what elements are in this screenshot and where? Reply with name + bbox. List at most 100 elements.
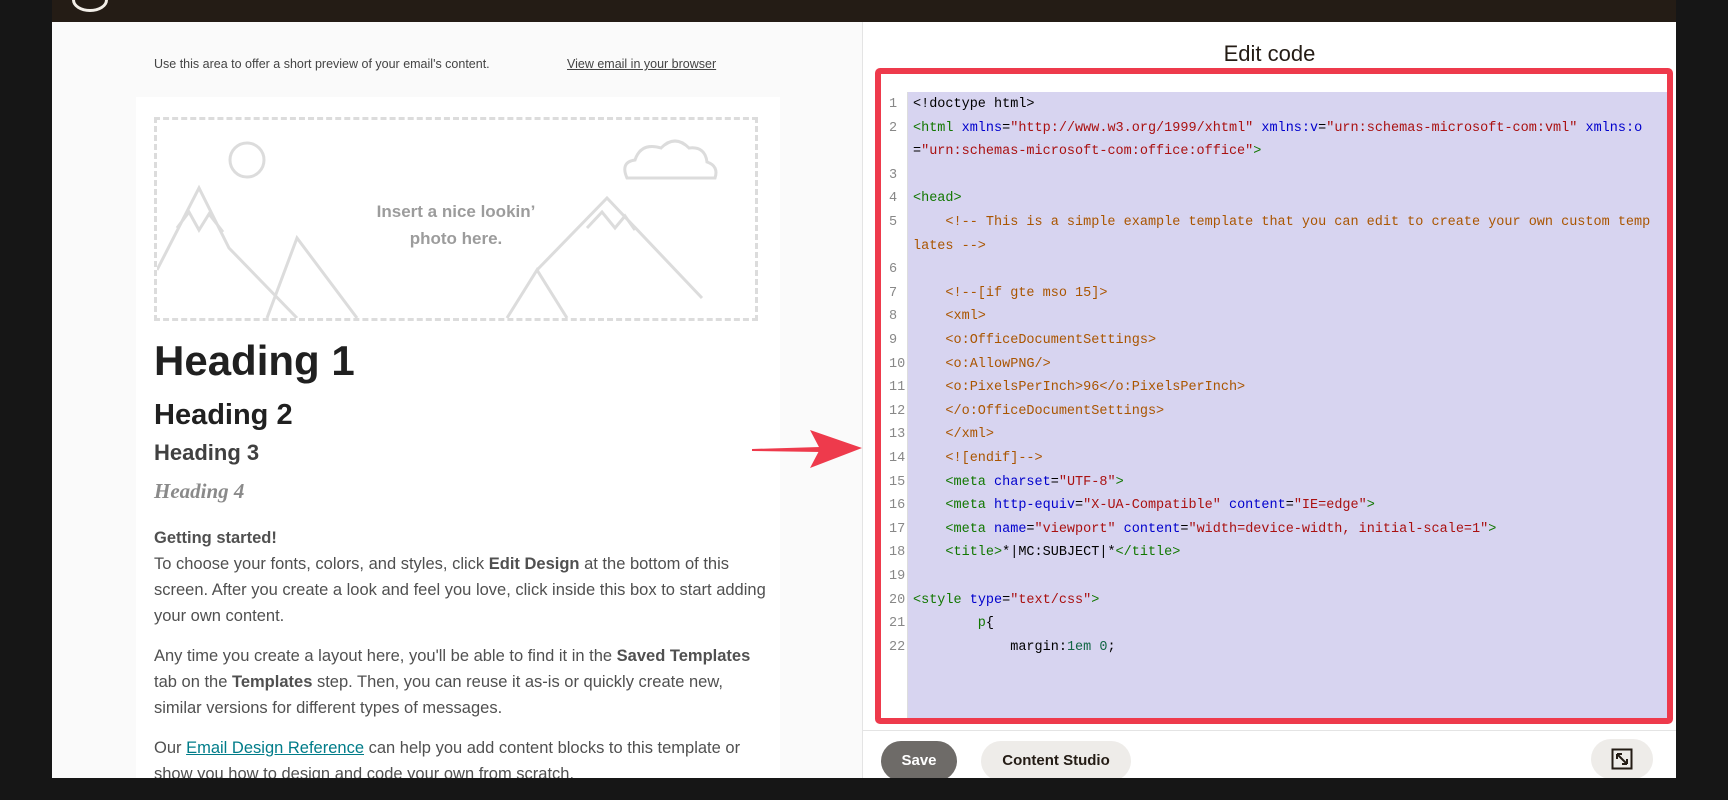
code-token: *|MC:SUBJECT|* [1002,545,1116,561]
code-line[interactable]: 22 margin:1em 0; [881,635,1667,661]
code-token: xmlns:o [1585,120,1643,136]
code-text: p{ [913,611,994,637]
code-line[interactable]: 10 <o:AllowPNG/> [881,352,1667,378]
save-button[interactable]: Save [881,741,957,778]
code-text: </o:OfficeDocumentSettings> [913,399,1164,425]
code-token: <xml> [913,309,986,325]
code-line[interactable]: 4 <head> [881,186,1667,212]
line-number: 12 [889,403,906,419]
code-line[interactable]: 20 <style type="text/css"> [881,588,1667,614]
code-text: <!doctype html> [913,92,1035,118]
line-number: 6 [889,262,898,278]
code-line[interactable]: 7 <!--[if gte mso 15]> [881,281,1667,307]
code-line[interactable]: ="urn:schemas-microsoft-com:office:offic… [881,139,1667,165]
code-token: > [1091,592,1100,608]
expand-editor-button[interactable] [1591,739,1653,778]
code-token: <!--[if gte mso 15]> [913,285,1108,301]
email-design-reference-link[interactable]: Email Design Reference [186,739,364,757]
code-token: = [1050,474,1059,490]
code-line[interactable]: 19 [881,564,1667,590]
code-token: 1em 0 [1066,639,1108,655]
line-number: 1 [889,97,898,112]
code-token: "http://www.w3.org/1999/xhtml" [1010,120,1254,136]
code-text: <head> [913,186,962,212]
code-line[interactable]: 14 <![endif]--> [881,446,1667,472]
code-line[interactable]: 5 <!-- This is a simple example template… [881,210,1667,236]
code-token: = [1075,498,1084,514]
code-token: "urn:schemas-microsoft-com:vml" [1326,120,1578,136]
edit-design-bold: Edit Design [488,555,580,573]
heading-4[interactable]: Heading 4 [154,479,244,504]
preheader-text[interactable]: Use this area to offer a short preview o… [154,57,490,71]
code-line[interactable]: 3 [881,163,1667,189]
code-token: > [1366,498,1375,514]
code-token: <!doctype html> [913,97,1035,112]
code-text: </xml> [913,422,994,448]
code-token: <head> [913,191,962,207]
code-line[interactable]: 1 <!doctype html> [881,92,1667,118]
code-token: xmlns:v [1261,120,1319,136]
code-token: = [1318,120,1327,136]
heading-2[interactable]: Heading 2 [154,399,293,432]
code-token: lates --> [913,238,986,254]
code-token: content [1228,498,1286,514]
code-text: margin:1em 0; [913,635,1116,661]
code-token: <meta [913,498,995,514]
code-line[interactable]: 16 <meta http-equiv="X-UA-Compatible" co… [881,493,1667,519]
code-token: "urn:schemas-microsoft-com:office:office… [921,144,1254,160]
code-text: lates --> [913,234,986,260]
code-editor-pane: Edit code 1 <!doctype html> 2 <html xmlns="… [862,22,1676,778]
code-line[interactable]: 15 <meta charset="UTF-8"> [881,470,1667,496]
heading-1[interactable]: Heading 1 [154,337,355,385]
code-token: name [994,521,1027,537]
code-line[interactable]: 8 <xml> [881,304,1667,330]
image-placeholder[interactable]: Insert a nice lookin’ photo here. [154,117,758,321]
line-number: 7 [889,285,898,301]
code-text: <title>*|MC:SUBJECT|*</title> [913,540,1180,566]
code-text: <meta name="viewport" content="width=dev… [913,517,1496,543]
saved-templates-bold: Saved Templates [616,647,751,665]
line-number: 14 [889,451,906,466]
p2-text-a: Any time you create a layout here, you'l… [154,647,617,665]
line-number: 4 [889,191,898,207]
code-token: margin: [913,639,1067,655]
code-token: </title> [1115,545,1181,561]
email-body[interactable]: Insert a nice lookin’ photo here. Headin… [136,97,780,778]
code-text: <o:AllowPNG/> [913,352,1050,378]
code-text: <!-- This is a simple example template t… [913,210,1650,236]
line-number: 20 [889,592,906,608]
content-studio-button[interactable]: Content Studio [981,741,1131,778]
heading-3[interactable]: Heading 3 [154,440,259,466]
email-copy[interactable]: Getting started! To choose your fonts, c… [154,525,766,778]
code-token: ; [1107,639,1116,655]
code-line[interactable]: 21 p{ [881,611,1667,637]
code-line[interactable]: lates --> [881,234,1667,260]
line-number: 3 [889,167,898,183]
code-token: <html [913,120,962,136]
code-line[interactable]: 6 [881,257,1667,283]
code-line[interactable]: 12 </o:OfficeDocumentSettings> [881,399,1667,425]
code-line[interactable]: 13 </xml> [881,422,1667,448]
code-token: p [913,616,986,632]
code-editor[interactable]: 1 <!doctype html> 2 <html xmlns = "http://www… [881,74,1667,718]
line-number: 19 [889,569,906,584]
view-in-browser-link[interactable]: View email in your browser [567,57,716,71]
code-token: = [913,144,922,160]
red-arrow-annotation-icon [752,430,862,468]
code-token: { [985,616,995,632]
edit-code-title: Edit code [1223,41,1316,66]
line-number: 5 [889,215,898,230]
code-line[interactable]: 11 <o:PixelsPerInch>96</o:PixelsPerInch> [881,375,1667,401]
code-token: "width=device-width, initial-scale=1" [1188,521,1489,537]
line-number: 18 [889,545,906,561]
code-text: ="urn:schemas-microsoft-com:office:offic… [913,139,1261,165]
code-text: <style type="text/css"> [913,588,1099,614]
code-line[interactable]: 18 <title>*|MC:SUBJECT|*</title> [881,540,1667,566]
code-line[interactable]: 9 <o:OfficeDocumentSettings> [881,328,1667,354]
code-token: xmlns [961,120,1003,136]
code-line[interactable]: 17 <meta name="viewport" content="width=… [881,517,1667,543]
code-line[interactable]: 2 <html xmlns = "http://www.w3.org/1999/xht… [881,116,1667,142]
code-text: <!--[if gte mso 15]> [913,281,1107,307]
